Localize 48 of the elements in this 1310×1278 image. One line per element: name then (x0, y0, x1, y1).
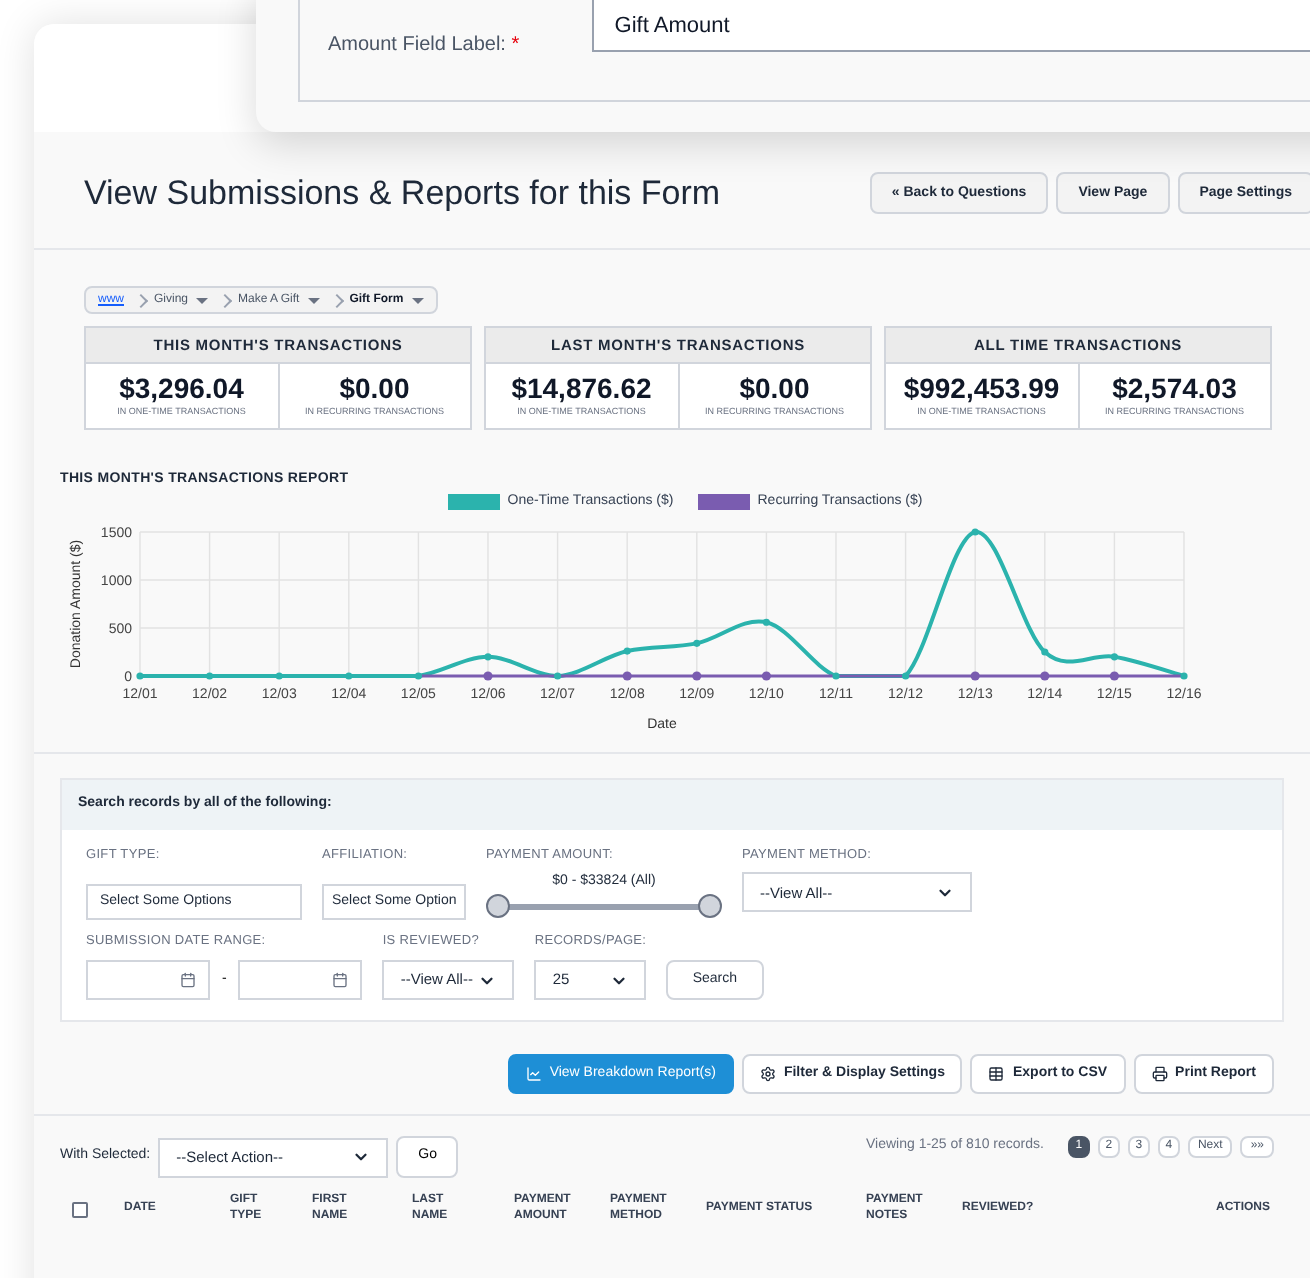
stat-amount: $2,574.03 (1110, 371, 1239, 407)
data-point (971, 528, 979, 536)
data-point (136, 672, 144, 680)
page-title: View Submissions & Reports for this Form (84, 172, 721, 216)
chart-icon (525, 1066, 542, 1082)
calendar-icon (180, 972, 196, 988)
settings-icon (759, 1066, 776, 1082)
data-point (762, 618, 770, 626)
data-point (1109, 671, 1119, 681)
select-all-checkbox[interactable] (72, 1201, 88, 1218)
slider-handle[interactable] (698, 893, 722, 918)
stat-amount: $3,296.04 (117, 371, 246, 407)
data-point (345, 672, 353, 680)
date-field[interactable] (238, 960, 363, 1000)
data-point (1180, 672, 1188, 680)
calendar-icon (332, 972, 349, 988)
range-slider[interactable] (486, 893, 722, 918)
data-point (206, 672, 214, 680)
slider-handle[interactable] (486, 893, 510, 918)
caret-icon (307, 297, 320, 303)
data-point (483, 671, 493, 681)
amount-label-field[interactable]: Gift Amount (592, 0, 1310, 52)
data-point (484, 653, 492, 661)
table-icon (988, 1066, 1005, 1082)
data-point (693, 639, 701, 647)
data-point (623, 647, 631, 655)
chevron-icon (352, 1148, 371, 1166)
stat-amount: $0.00 (337, 371, 412, 407)
caret-icon (411, 297, 424, 303)
data-point (970, 671, 980, 681)
stat-amount: $992,453.99 (901, 371, 1062, 407)
caret-icon (196, 297, 209, 303)
data-point (275, 672, 283, 680)
data-point (414, 672, 422, 680)
field-label: Amount Field Label: * (328, 32, 522, 60)
data-point (1041, 648, 1049, 656)
data-point (902, 672, 910, 680)
data-point (1040, 671, 1050, 681)
data-point (692, 671, 702, 681)
date-field[interactable] (86, 960, 210, 1000)
data-point (554, 672, 562, 680)
data-point (761, 671, 771, 681)
data-point (1110, 653, 1118, 661)
stat-amount: $0.00 (737, 371, 812, 407)
data-point (622, 671, 632, 681)
data-point (832, 672, 840, 680)
print-icon (1151, 1066, 1168, 1082)
stat-amount: $14,876.62 (509, 371, 654, 407)
